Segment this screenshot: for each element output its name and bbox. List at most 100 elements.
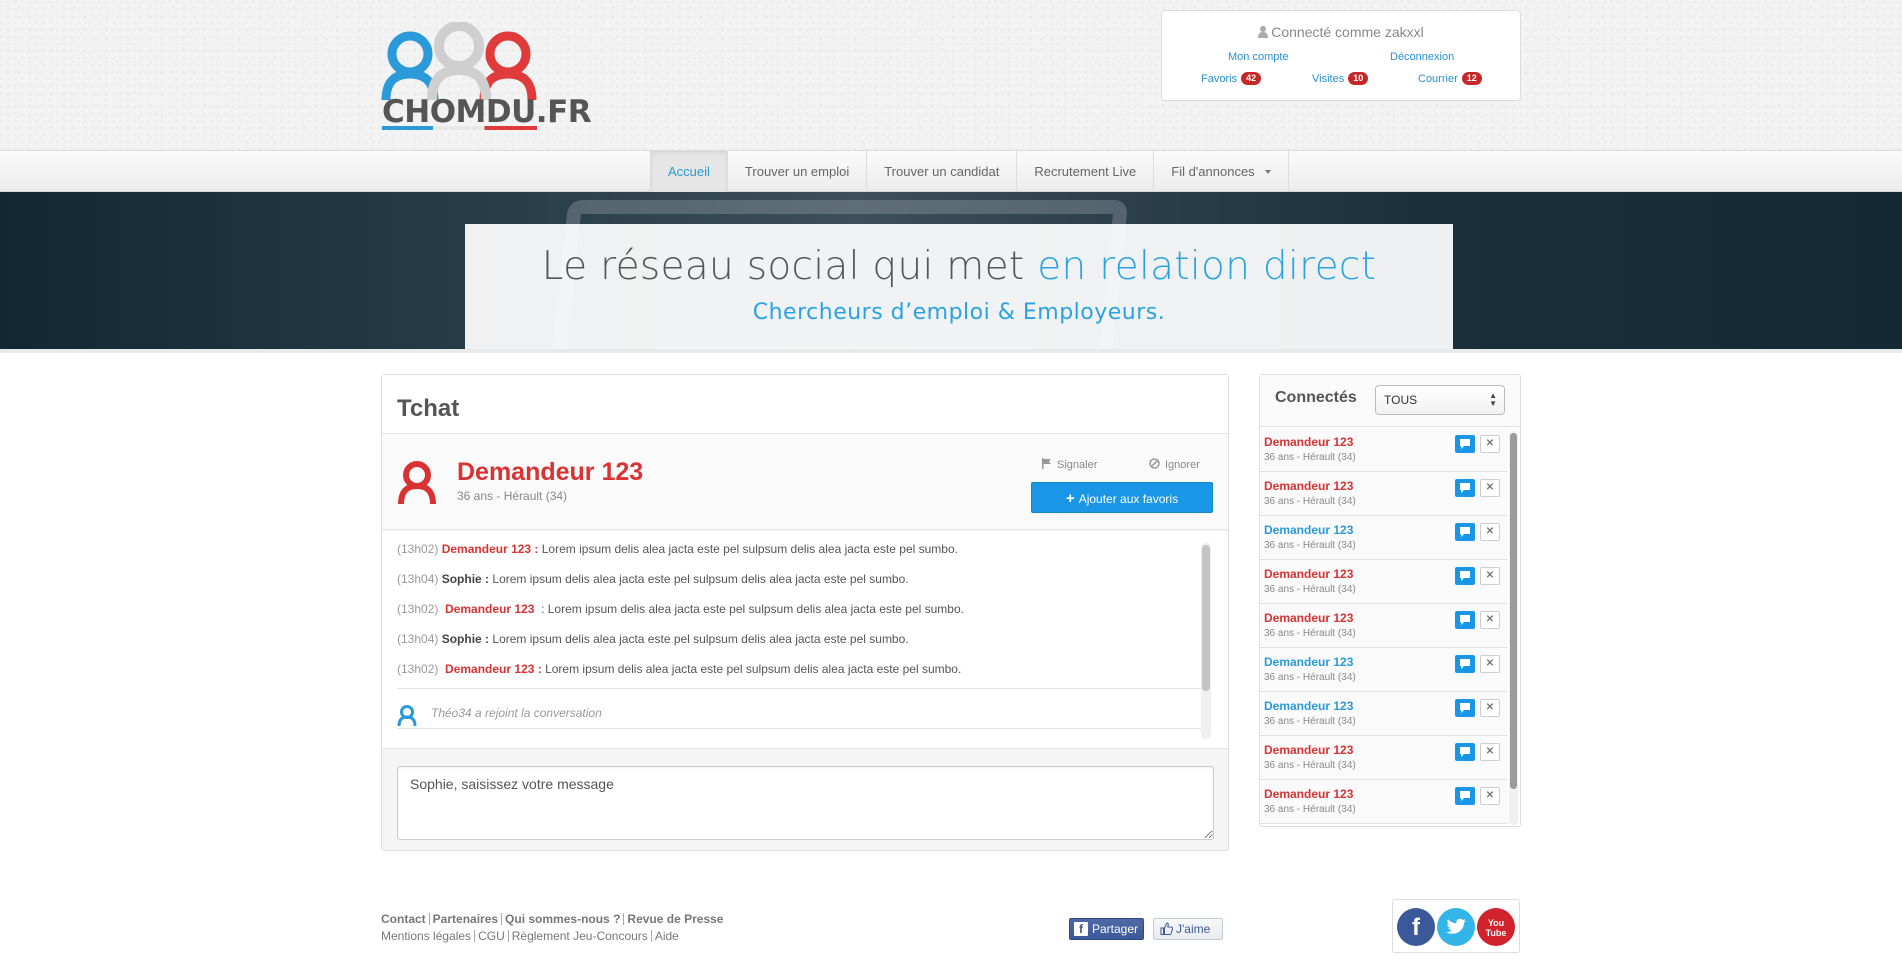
remove-user-button[interactable]: ✕	[1480, 611, 1500, 629]
start-chat-button[interactable]	[1455, 699, 1475, 717]
ignore-link[interactable]: Ignorer	[1149, 458, 1200, 471]
report-link[interactable]: Signaler	[1041, 458, 1097, 471]
start-chat-button[interactable]	[1455, 567, 1475, 585]
start-chat-button[interactable]	[1455, 611, 1475, 629]
connected-user-name[interactable]: Demandeur 123	[1264, 699, 1353, 713]
connected-user-name[interactable]: Demandeur 123	[1264, 611, 1353, 625]
chat-bubble-icon	[1460, 571, 1470, 581]
connected-user-row[interactable]: Demandeur 123 36 ans - Hérault (34) ✕	[1260, 736, 1508, 780]
connected-user-name[interactable]: Demandeur 123	[1264, 655, 1353, 669]
remove-user-button[interactable]: ✕	[1480, 787, 1500, 805]
connected-label: Connecté comme zakxxl	[1271, 24, 1424, 40]
remove-user-button[interactable]: ✕	[1480, 435, 1500, 453]
facebook-share-button[interactable]: f Partager	[1069, 918, 1144, 940]
hero-headline-highlight: en relation direct	[1037, 244, 1377, 289]
footer-separator	[501, 913, 503, 925]
footer-link-about[interactable]: Qui sommes-nous ?	[505, 912, 620, 926]
connected-header: Connectés TOUS ▲ ▼	[1260, 375, 1520, 427]
start-chat-button[interactable]	[1455, 523, 1475, 541]
connected-user-row[interactable]: Demandeur 123 36 ans - Hérault (34) ✕	[1260, 780, 1508, 824]
connected-user-row[interactable]: Demandeur 123 36 ans - Hérault (34) ✕	[1260, 604, 1508, 648]
footer-link-legal[interactable]: Mentions légales	[381, 929, 471, 943]
nav-item-find-job[interactable]: Trouver un emploi	[728, 151, 868, 192]
connected-user-row[interactable]: Demandeur 123 36 ans - Hérault (34) ✕	[1260, 560, 1508, 604]
start-chat-button[interactable]	[1455, 655, 1475, 673]
chat-title: Tchat	[397, 395, 460, 422]
add-to-favorites-button[interactable]: + Ajouter aux favoris	[1031, 482, 1213, 513]
connected-user-row[interactable]: Demandeur 123 36 ans - Hérault (34) ✕	[1260, 516, 1508, 560]
nav-item-job-feed[interactable]: Fil d'annonces	[1154, 151, 1289, 192]
connected-user-row[interactable]: Demandeur 123 36 ans - Hérault (34) ✕	[1260, 648, 1508, 692]
message-text: : Lorem ipsum delis alea jacta este pel …	[534, 602, 964, 616]
message-text: Lorem ipsum delis alea jacta este pel su…	[489, 632, 909, 646]
youtube-icon[interactable]: You Tube	[1477, 908, 1515, 946]
connected-user-name[interactable]: Demandeur 123	[1264, 567, 1353, 581]
remove-user-button[interactable]: ✕	[1480, 479, 1500, 497]
close-icon: ✕	[1485, 482, 1495, 493]
connected-user-row[interactable]: Demandeur 123 36 ans - Hérault (34) ✕	[1260, 692, 1508, 736]
connected-user-name[interactable]: Demandeur 123	[1264, 479, 1353, 493]
remove-user-button[interactable]: ✕	[1480, 523, 1500, 541]
connected-user-row[interactable]: Demandeur 123 36 ans - Hérault (34) ✕	[1260, 428, 1508, 472]
remove-user-button[interactable]: ✕	[1480, 655, 1500, 673]
footer-link-contest-rules[interactable]: Règlement Jeu-Concours	[512, 929, 648, 943]
message-input[interactable]	[397, 766, 1214, 840]
connected-user-row[interactable]: Demandeur 123 36 ans - Hérault (34) ✕	[1260, 472, 1508, 516]
remove-user-button[interactable]: ✕	[1480, 567, 1500, 585]
remove-user-button[interactable]: ✕	[1480, 699, 1500, 717]
connected-user-details: 36 ans - Hérault (34)	[1264, 496, 1356, 507]
logout-link[interactable]: Déconnexion	[1390, 51, 1454, 63]
message-author[interactable]: Demandeur 123 :	[442, 542, 539, 556]
mail-link[interactable]: Courrier 12	[1418, 72, 1482, 85]
connected-users-list[interactable]: Demandeur 123 36 ans - Hérault (34) ✕ De…	[1260, 428, 1508, 826]
start-chat-button[interactable]	[1455, 479, 1475, 497]
start-chat-button[interactable]	[1455, 435, 1475, 453]
chat-message: (13h04) Sophie : Lorem ipsum delis alea …	[397, 572, 909, 586]
chat-message: (13h02) Demandeur 123 : Lorem ipsum deli…	[397, 662, 961, 676]
close-icon: ✕	[1485, 438, 1495, 449]
twitter-icon[interactable]	[1437, 908, 1475, 946]
facebook-icon[interactable]: f	[1397, 908, 1435, 946]
connected-scrollbar-thumb[interactable]	[1510, 433, 1517, 789]
my-account-link[interactable]: Mon compte	[1228, 51, 1289, 63]
connected-user-name[interactable]: Demandeur 123	[1264, 523, 1353, 537]
message-author[interactable]: Sophie :	[442, 572, 489, 586]
chomdu-logo[interactable]: CHOMDU.FR	[380, 21, 592, 130]
user-icon	[1258, 26, 1269, 38]
facebook-icon: f	[1074, 922, 1088, 936]
messages-scrollbar-thumb[interactable]	[1202, 545, 1210, 691]
chat-bubble-icon	[1460, 703, 1470, 713]
visits-link[interactable]: Visites 10	[1312, 72, 1369, 85]
connected-user-name[interactable]: Demandeur 123	[1264, 435, 1353, 449]
favorites-link[interactable]: Favoris 42	[1201, 72, 1262, 85]
chat-bubble-icon	[1460, 483, 1470, 493]
message-author[interactable]: Demandeur 123 :	[445, 662, 542, 676]
footer-link-help[interactable]: Aide	[655, 929, 679, 943]
connected-filter-select[interactable]: TOUS ▲ ▼	[1375, 385, 1505, 415]
chat-bubble-icon	[1460, 659, 1470, 669]
message-author[interactable]: Demandeur 123	[445, 602, 534, 616]
footer-link-cgu[interactable]: CGU	[478, 929, 505, 943]
nav-item-find-candidate[interactable]: Trouver un candidat	[867, 151, 1018, 192]
nav-item-home[interactable]: Accueil	[651, 151, 728, 192]
logo-text: CHOMDU.FR	[382, 94, 592, 130]
footer-link-press[interactable]: Revue de Presse	[627, 912, 723, 926]
profile-name[interactable]: Demandeur 123	[457, 458, 643, 487]
remove-user-button[interactable]: ✕	[1480, 743, 1500, 761]
footer-link-partners[interactable]: Partenaires	[433, 912, 498, 926]
facebook-like-button[interactable]: J'aime	[1153, 918, 1223, 940]
connected-user-name[interactable]: Demandeur 123	[1264, 787, 1353, 801]
message-text: Lorem ipsum delis alea jacta este pel su…	[489, 572, 909, 586]
hero-divider	[0, 349, 1902, 353]
footer-link-contact[interactable]: Contact	[381, 912, 426, 926]
connected-user-name[interactable]: Demandeur 123	[1264, 743, 1353, 757]
chat-messages[interactable]: (13h02) Demandeur 123 : Lorem ipsum deli…	[382, 531, 1228, 749]
start-chat-button[interactable]	[1455, 787, 1475, 805]
nav-item-live-recruitment[interactable]: Recrutement Live	[1017, 151, 1155, 192]
chat-bubble-icon	[1460, 791, 1470, 801]
start-chat-button[interactable]	[1455, 743, 1475, 761]
header: CHOMDU.FR Connecté comme zakxxl Mon comp…	[0, 0, 1902, 151]
message-input-wrapper	[397, 766, 1214, 840]
message-author[interactable]: Sophie :	[442, 632, 489, 646]
footer-separator	[507, 930, 509, 942]
